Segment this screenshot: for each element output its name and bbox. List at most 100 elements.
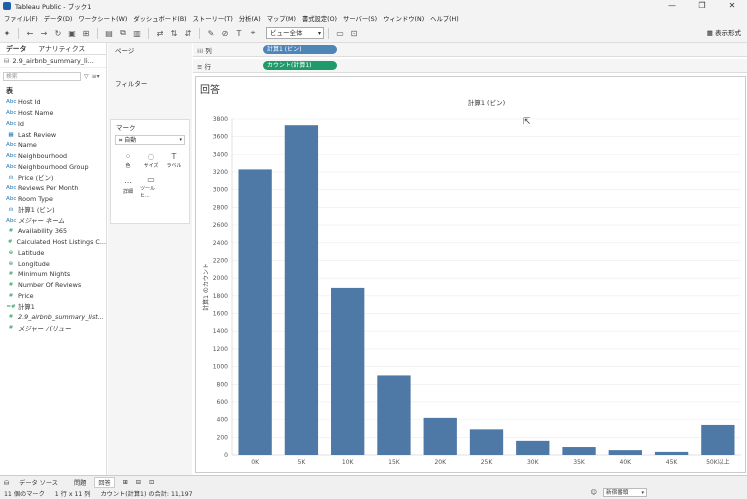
tooltip-button[interactable]: ▭ ツールヒ...: [140, 175, 162, 199]
field-label: Number Of Reviews: [18, 281, 82, 290]
new-story-icon[interactable]: ⊡: [149, 479, 154, 486]
sort-desc-icon[interactable]: ⇵: [181, 27, 195, 40]
field-label: Price: [18, 291, 34, 300]
filter-icon[interactable]: ▽: [84, 73, 89, 80]
color-button[interactable]: ⁘ 色: [117, 149, 139, 172]
field-item[interactable]: # Price: [0, 291, 106, 302]
label-icon: T: [171, 152, 177, 161]
y-tick-label: 1800: [213, 293, 228, 300]
new-dashboard-icon[interactable]: ⊟: [136, 479, 141, 486]
maximize-button[interactable]: ❐: [687, 0, 717, 12]
field-item[interactable]: Abc Host Id: [0, 97, 106, 108]
field-label: Name: [18, 141, 37, 150]
menu-help[interactable]: ヘルプ(H): [430, 14, 459, 23]
field-item[interactable]: Abc Reviews Per Month: [0, 183, 106, 194]
sheet-tab-answer[interactable]: 回答: [94, 476, 115, 488]
clear-sheet-icon[interactable]: ▥: [130, 27, 144, 40]
user-account-select[interactable]: 新宿番頭: [603, 488, 647, 497]
sort-asc-icon[interactable]: ⇅: [167, 27, 181, 40]
pages-card[interactable]: ページ: [110, 45, 190, 75]
field-label: Price (ビン): [18, 174, 54, 183]
field-item[interactable]: Abc Neighbourhood: [0, 151, 106, 162]
field-item[interactable]: =# 計算1: [0, 301, 106, 312]
datasource-item[interactable]: ⛁ 2.9_airbnb_summary_li...: [0, 55, 106, 68]
status-mark-count: 11 個のマーク: [4, 491, 45, 498]
list-view-icon[interactable]: ≡▾: [92, 73, 100, 80]
columns-label-text: 列: [205, 46, 212, 55]
menu-file[interactable]: ファイル(F): [4, 14, 38, 23]
rows-icon: ≡: [197, 62, 205, 71]
datasource-tab[interactable]: ⛁ データ ソース: [4, 478, 66, 487]
show-me-button[interactable]: ▦ 表示形式: [707, 27, 741, 37]
viz-area[interactable]: 回答 計算1 (ビン) 0 200 400 600 800 1000 1200 1400 1600…: [195, 76, 746, 473]
tableau-home-icon[interactable]: ✦: [0, 27, 14, 40]
label-button[interactable]: T ラベル: [163, 149, 185, 172]
y-tick-label: 400: [217, 417, 229, 424]
field-label: Reviews Per Month: [18, 184, 79, 193]
menu-data[interactable]: データ(D): [44, 14, 73, 23]
columns-shelf[interactable]: ⁞⁞⁞ 列 計算1 (ビン): [193, 43, 747, 57]
field-item[interactable]: ılı Price (ビン): [0, 172, 106, 183]
close-button[interactable]: ✕: [717, 0, 747, 12]
rows-shelf[interactable]: ≡ 行 カウント(計算1): [193, 59, 747, 73]
group-icon[interactable]: ⊘: [218, 27, 232, 40]
menu-analysis[interactable]: 分析(A): [239, 14, 261, 23]
menu-worksheet[interactable]: ワークシート(W): [78, 14, 127, 23]
menu-dashboard[interactable]: ダッシュボード(B): [133, 14, 186, 23]
bar: [423, 417, 457, 455]
field-item[interactable]: # メジャー バリュー: [0, 323, 106, 334]
save-icon[interactable]: ▣: [65, 27, 79, 40]
undo-icon[interactable]: ←: [23, 27, 37, 40]
field-item[interactable]: ılı 計算1 (ビン): [0, 205, 106, 216]
field-item[interactable]: Abc Name: [0, 140, 106, 151]
x-tick-label: 10K: [342, 459, 355, 466]
field-item[interactable]: ⊕ Latitude: [0, 248, 106, 259]
fit-view-select[interactable]: ビュー全体: [266, 27, 324, 39]
field-item[interactable]: # Calculated Host Listings C...: [0, 237, 106, 248]
field-item[interactable]: Abc Host Name: [0, 108, 106, 119]
field-item[interactable]: # Availability 365: [0, 226, 106, 237]
field-item[interactable]: ⊕ Longitude: [0, 258, 106, 269]
minimize-button[interactable]: —: [657, 0, 687, 12]
menu-server[interactable]: サーバー(S): [343, 14, 377, 23]
columns-pill[interactable]: 計算1 (ビン): [263, 45, 337, 54]
menu-window[interactable]: ウィンドウ(N): [383, 14, 424, 23]
field-item[interactable]: Abc Id: [0, 119, 106, 130]
field-item[interactable]: # Number Of Reviews: [0, 280, 106, 291]
swap-icon[interactable]: ⇄: [153, 27, 167, 40]
rows-label-text: 行: [204, 62, 212, 71]
tables-section-label: 表: [6, 87, 13, 95]
highlight-icon[interactable]: ✎: [204, 27, 218, 40]
menu-format[interactable]: 書式設定(O): [302, 14, 337, 23]
detail-button[interactable]: ⋯ 詳細: [117, 175, 139, 198]
presentation-icon[interactable]: ▭: [333, 27, 347, 40]
menu-map[interactable]: マップ(M): [267, 14, 296, 23]
field-search-input[interactable]: 検索: [3, 72, 81, 81]
new-worksheet-icon[interactable]: ⊞: [123, 479, 128, 486]
rows-pill[interactable]: カウント(計算1): [263, 61, 337, 70]
redo-icon[interactable]: →: [37, 27, 51, 40]
replay-icon[interactable]: ↻: [51, 27, 65, 40]
duplicate-sheet-icon[interactable]: ⧉: [116, 27, 130, 40]
size-button[interactable]: ◌ サイズ: [140, 149, 162, 172]
field-item[interactable]: #2.9_airbnb_summary_list...: [0, 312, 106, 323]
field-item[interactable]: # Minimum Nights: [0, 269, 106, 280]
field-item[interactable]: Abc メジャー ネーム: [0, 215, 106, 226]
filters-card[interactable]: フィルター: [110, 78, 190, 116]
new-datasource-icon[interactable]: ⊞: [79, 27, 93, 40]
field-item[interactable]: Abc Room Type: [0, 194, 106, 205]
status-rows-cols: 1 行 x 11 列: [54, 491, 91, 498]
sheet-tab-question[interactable]: 問題: [74, 478, 86, 487]
share-icon[interactable]: ⊡: [347, 27, 361, 40]
field-item[interactable]: ▦ Last Review: [0, 129, 106, 140]
menu-story[interactable]: ストーリー(T): [193, 14, 233, 23]
pin-icon[interactable]: ⌖: [246, 27, 260, 40]
tab-data[interactable]: データ: [0, 43, 32, 54]
new-sheet-icon[interactable]: ▤: [102, 27, 116, 40]
field-item[interactable]: Abc Neighbourhood Group: [0, 162, 106, 173]
field-type-icon: #: [8, 228, 14, 235]
tab-analytics[interactable]: アナリティクス: [32, 43, 91, 54]
mark-type-select[interactable]: ⌗ 自動: [115, 135, 185, 145]
labels-icon[interactable]: T: [232, 27, 246, 40]
x-tick-label: 15K: [388, 459, 401, 466]
